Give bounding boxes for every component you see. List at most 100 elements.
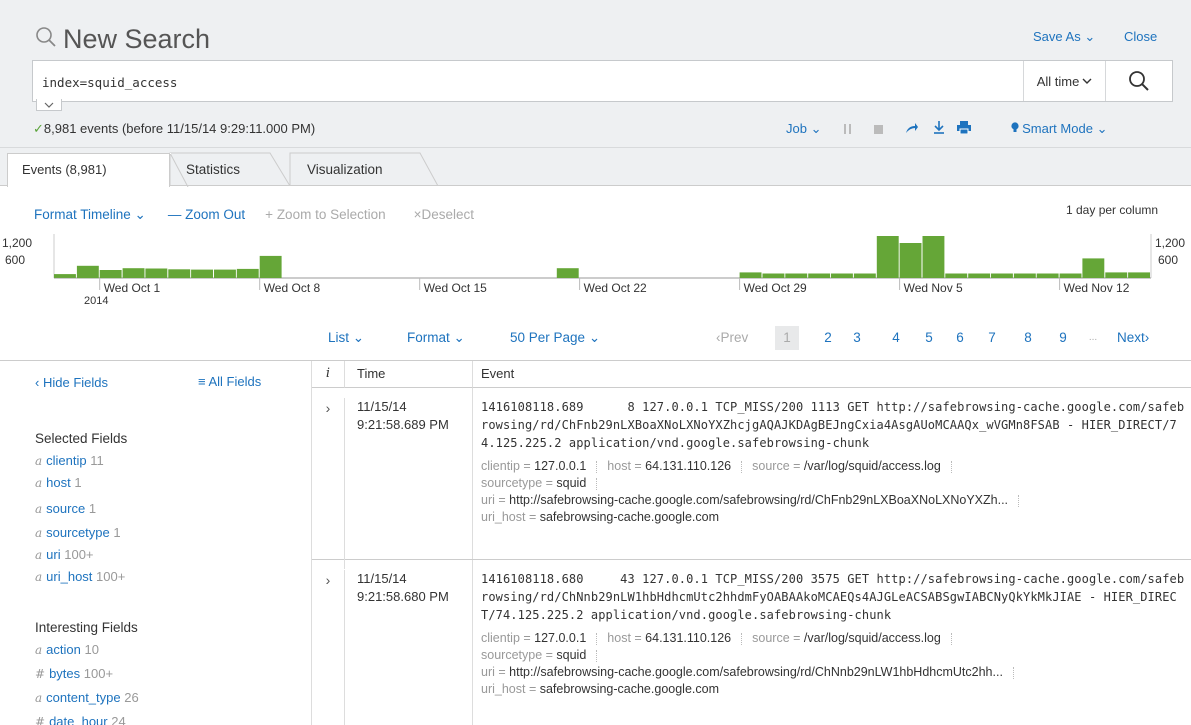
time-column-header[interactable]: Time [344, 361, 472, 388]
timeline-bar[interactable] [899, 243, 922, 278]
format-timeline-menu[interactable]: Format Timeline ⌄ [34, 207, 146, 223]
timeline-bar[interactable] [76, 265, 99, 279]
kv-source[interactable]: source = /var/log/squid/access.log [752, 459, 941, 473]
field-clientip[interactable]: a clientip 11 [35, 453, 104, 468]
next-page-button[interactable]: Next› [1117, 326, 1149, 350]
timeline-bar[interactable] [556, 268, 579, 278]
timeline-bar[interactable] [853, 273, 876, 279]
timeline-bar[interactable] [191, 269, 213, 278]
timeline-date-label: Wed Oct 29 [744, 281, 807, 295]
page-7[interactable]: 7 [985, 326, 999, 350]
timeline-bar[interactable] [259, 255, 282, 278]
page-5[interactable]: 5 [922, 326, 936, 350]
search-button[interactable] [1105, 61, 1172, 101]
page-4[interactable]: 4 [889, 326, 903, 350]
timeline-bar[interactable] [1082, 258, 1105, 278]
kv-host[interactable]: host = 64.131.110.126 [607, 459, 731, 473]
timeline-bar[interactable] [785, 273, 808, 279]
expand-search-toggle[interactable] [36, 99, 62, 111]
timeline-bar[interactable] [762, 273, 785, 279]
kv-uri-host[interactable]: uri_host = safebrowsing-cache.google.com [481, 510, 719, 524]
deselect-button[interactable]: ×Deselect [414, 207, 474, 223]
kv-clientip[interactable]: clientip = 127.0.0.1 [481, 459, 586, 473]
zoom-to-selection-button[interactable]: + Zoom to Selection [265, 207, 385, 223]
tab-visualization[interactable]: Visualization [293, 156, 397, 183]
expand-row-icon[interactable]: › [312, 400, 344, 416]
search-input[interactable]: index=squid_access [42, 75, 177, 90]
kv-clientip[interactable]: clientip = 127.0.0.1 [481, 631, 586, 645]
timeline-bar[interactable] [1128, 272, 1150, 278]
kv-source[interactable]: source = /var/log/squid/access.log [752, 631, 941, 645]
page-2[interactable]: 2 [821, 326, 835, 350]
field-sourcetype[interactable]: a sourcetype 1 [35, 525, 121, 540]
export-icon[interactable] [933, 121, 945, 137]
kv-sourcetype[interactable]: sourcetype = squid [481, 648, 586, 662]
format-menu[interactable]: Format ⌄ [407, 326, 465, 350]
stop-icon[interactable] [873, 122, 883, 137]
list-view-menu[interactable]: List ⌄ [328, 326, 364, 350]
all-fields-button[interactable]: ≡ All Fields [198, 374, 261, 389]
info-column-header[interactable]: i [312, 361, 344, 388]
pause-icon[interactable] [843, 122, 852, 137]
tab-events[interactable]: Events (8,981) [7, 153, 170, 187]
timeline-bar[interactable] [168, 269, 191, 279]
timeline-bar[interactable] [54, 274, 76, 278]
prev-page-button[interactable]: ‹Prev [716, 326, 748, 350]
page-1[interactable]: 1 [775, 326, 799, 350]
share-icon[interactable] [905, 122, 919, 137]
raw-event-text[interactable]: 1416108118.689 8 127.0.0.1 TCP_MISS/200 … [481, 398, 1191, 452]
chevron-down-icon: ⌄ [134, 207, 146, 222]
page-9[interactable]: 9 [1056, 326, 1070, 350]
timeline-bar[interactable] [831, 273, 853, 279]
field-uri[interactable]: a uri 100+ [35, 547, 94, 562]
kv-uri-host[interactable]: uri_host = safebrowsing-cache.google.com [481, 682, 719, 696]
field-uri-host[interactable]: a uri_host 100+ [35, 569, 125, 584]
timeline-bar[interactable] [945, 273, 968, 279]
job-menu[interactable]: Job ⌄ [786, 121, 822, 137]
timeline-bar[interactable] [1036, 273, 1059, 279]
page-8[interactable]: 8 [1021, 326, 1035, 350]
timeline-bar[interactable] [1105, 272, 1128, 278]
time-range-picker[interactable]: All time [1023, 61, 1105, 101]
timeline-bar[interactable] [876, 236, 899, 278]
timeline-bar[interactable] [145, 268, 168, 279]
kv-uri[interactable]: uri = http://safebrowsing-cache.google.c… [481, 665, 1003, 679]
timeline-bar[interactable] [991, 273, 1013, 279]
timeline-bar[interactable] [1059, 273, 1082, 279]
hide-fields-button[interactable]: ‹ Hide Fields [35, 375, 108, 390]
raw-event-text[interactable]: 1416108118.680 43 127.0.0.1 TCP_MISS/200… [481, 570, 1191, 624]
timeline-bar[interactable] [214, 269, 236, 278]
timeline-bar[interactable] [122, 268, 145, 278]
kv-sourcetype[interactable]: sourcetype = squid [481, 476, 586, 490]
field-source[interactable]: a source 1 [35, 501, 96, 516]
field-action[interactable]: a action 10 [35, 642, 99, 657]
page-3[interactable]: 3 [850, 326, 864, 350]
field-content-type[interactable]: a content_type 26 [35, 690, 139, 705]
timeline-chart[interactable]: 1,200 600 1,200 600 Wed Oct 1 Wed Oct 8 We… [0, 234, 1191, 314]
per-page-menu[interactable]: 50 Per Page ⌄ [510, 326, 600, 350]
timeline-bar[interactable] [808, 273, 831, 279]
timeline-bar[interactable] [1013, 273, 1036, 279]
table-row[interactable]: › 11/15/14 9:21:58.680 PM 1416108118.680… [312, 560, 1191, 725]
zoom-out-button[interactable]: — Zoom Out [168, 207, 245, 223]
field-host[interactable]: a host 1 [35, 475, 82, 490]
print-icon[interactable] [956, 121, 971, 137]
page-6[interactable]: 6 [953, 326, 967, 350]
kv-uri[interactable]: uri = http://safebrowsing-cache.google.c… [481, 493, 1008, 507]
field-date-hour[interactable]: # date_hour 24 [35, 714, 126, 725]
timeline-bar[interactable] [968, 273, 991, 279]
results-pager: List ⌄ Format ⌄ 50 Per Page ⌄ ‹Prev 1 2 … [328, 326, 1190, 350]
field-bytes[interactable]: # bytes 100+ [35, 666, 113, 681]
expand-row-icon[interactable]: › [312, 572, 344, 588]
timeline-bar[interactable] [922, 236, 945, 278]
table-row[interactable]: › 11/15/14 9:21:58.689 PM 1416108118.689… [312, 388, 1191, 569]
chevron-down-icon [44, 102, 54, 108]
timeline-bar[interactable] [236, 268, 259, 278]
search-mode-menu[interactable]: Smart Mode ⌄ [1010, 121, 1107, 137]
timeline-bar[interactable] [739, 272, 762, 278]
kv-host[interactable]: host = 64.131.110.126 [607, 631, 731, 645]
event-column-header[interactable]: Event [472, 361, 1191, 388]
close-button[interactable]: Close [1124, 29, 1157, 44]
timeline-bar[interactable] [99, 270, 122, 279]
save-as-button[interactable]: Save As ⌄ [1033, 29, 1095, 45]
